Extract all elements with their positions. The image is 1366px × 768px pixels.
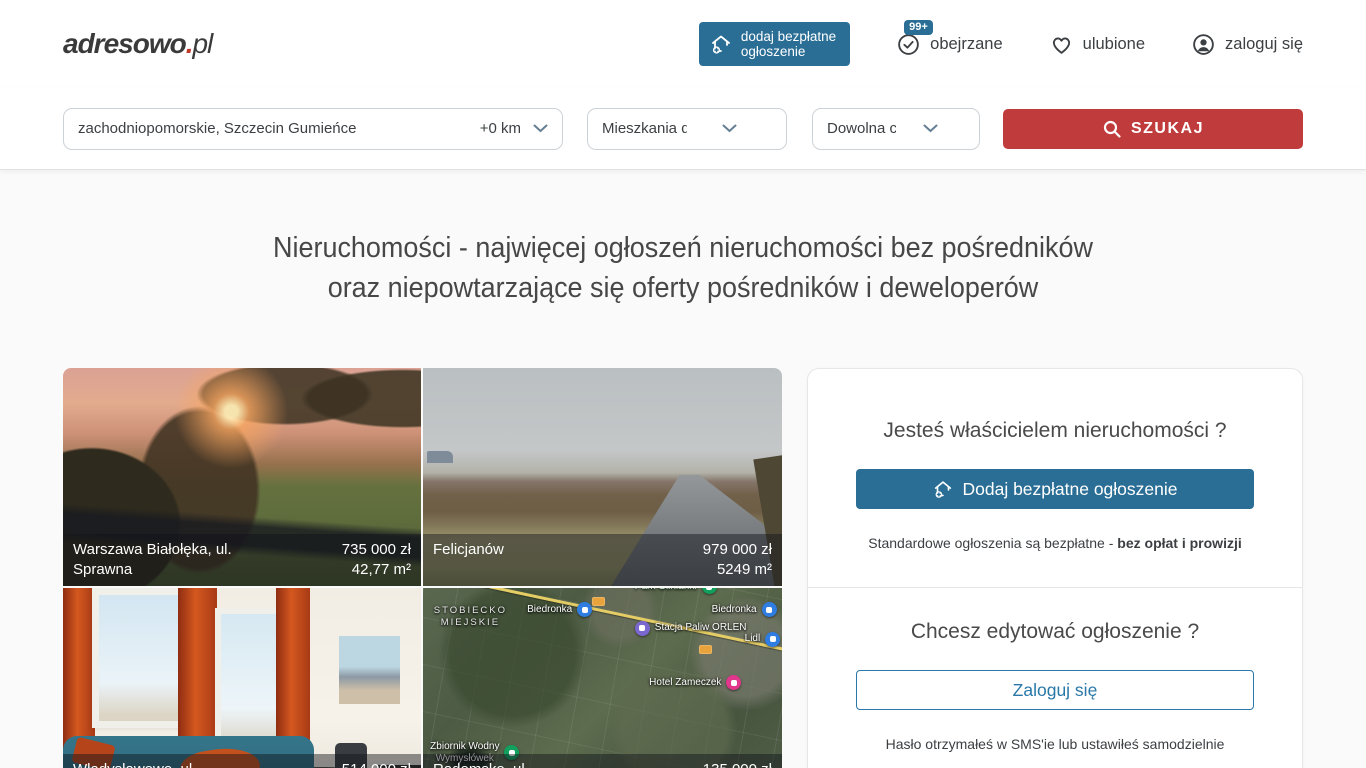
listing-card[interactable]: STOBIECKO MIEJSKIE Biedronka Park Glinia… — [423, 588, 782, 768]
listing-location: Warszawa Białołęka, ul. Sprawna — [73, 540, 278, 580]
chevron-down-icon — [896, 124, 965, 133]
site-logo[interactable]: adresowo.pl — [63, 28, 212, 60]
listing-price: 735 000 zł — [342, 540, 411, 560]
login-button-label: Zaloguj się — [1013, 680, 1098, 701]
listing-caption: Felicjanów 979 000 zł 5249 m² — [423, 534, 782, 586]
listing-card[interactable]: Władysławowo, ul. 514 000 zł — [63, 588, 421, 768]
map-pin-fuel — [635, 621, 650, 636]
map-pin-store — [762, 602, 777, 617]
listings-grid: Warszawa Białołęka, ul. Sprawna 735 000 … — [63, 368, 782, 768]
listing-price: 979 000 zł — [703, 540, 772, 560]
main-content: Nieruchomości - najwięcej ogłoszeń nieru… — [0, 170, 1366, 768]
login-label: zaloguj się — [1225, 35, 1303, 54]
listing-price: 514 000 zł — [342, 760, 411, 768]
logo-tld: pl — [192, 28, 212, 59]
map-poi: Stacja Paliw ORLEN — [635, 621, 747, 636]
add-listing-label: dodaj bezpłatne ogłoszenie — [741, 29, 836, 59]
map-area-label: STOBIECKO MIEJSKIE — [434, 605, 507, 629]
add-free-listing-label: Dodaj bezpłatne ogłoszenie — [962, 479, 1177, 500]
search-button[interactable]: SZUKAJ — [1003, 109, 1303, 149]
map-pin-store — [577, 602, 592, 617]
header-actions: dodaj bezpłatne ogłoszenie 99+ obejrzane… — [699, 22, 1303, 66]
edit-heading: Chcesz edytować ogłoszenie ? — [856, 620, 1254, 644]
map-poi: Lidl — [745, 632, 781, 647]
listing-numbers: 979 000 zł 5249 m² — [703, 540, 772, 580]
house-plus-icon — [932, 478, 954, 500]
owner-panel: Jesteś właścicielem nieruchomości ? Doda… — [807, 368, 1303, 768]
login-link[interactable]: zaloguj się — [1191, 32, 1303, 57]
search-bar: zachodniopomorskie, Szczecin Gumieńce +0… — [0, 88, 1366, 170]
panel-divider — [808, 587, 1302, 588]
map-poi: Biedronka — [527, 602, 592, 617]
owner-note: Standardowe ogłoszenia są bezpłatne - be… — [856, 535, 1254, 551]
check-circle-icon — [896, 32, 921, 57]
listing-card[interactable]: Felicjanów 979 000 zł 5249 m² — [423, 368, 782, 586]
listing-photo-apartment-interior — [63, 588, 421, 768]
search-button-label: SZUKAJ — [1131, 120, 1204, 138]
search-icon — [1102, 119, 1122, 139]
listing-numbers: 135 000 zł — [703, 760, 772, 768]
listing-caption: Warszawa Białołęka, ul. Sprawna 735 000 … — [63, 534, 421, 586]
listing-price: 135 000 zł — [703, 760, 772, 768]
location-input[interactable]: zachodniopomorskie, Szczecin Gumieńce +0… — [63, 108, 563, 150]
viewed-link[interactable]: 99+ obejrzane — [896, 32, 1002, 57]
edit-note: Hasło otrzymałeś w SMS'ie lub ustawiłeś … — [856, 736, 1254, 752]
top-header: adresowo.pl dodaj bezpłatne ogłoszenie 9… — [0, 0, 1366, 88]
category-select[interactable]: Mieszkania do wynajęcia — [587, 108, 787, 150]
radius-value: +0 km — [480, 120, 521, 137]
add-free-listing-button[interactable]: Dodaj bezpłatne ogłoszenie — [856, 469, 1254, 509]
listing-area: 42,77 m² — [342, 560, 411, 580]
viewed-count-badge: 99+ — [904, 20, 933, 35]
listing-numbers: 514 000 zł — [342, 760, 411, 768]
logo-brand: adresowo — [63, 28, 186, 59]
listing-location: Felicjanów — [433, 540, 504, 560]
heart-icon — [1049, 32, 1074, 57]
listing-numbers: 735 000 zł 42,77 m² — [342, 540, 411, 580]
listing-caption: Radomsko, ul. 135 000 zł — [423, 754, 782, 768]
location-value: zachodniopomorskie, Szczecin Gumieńce — [78, 120, 480, 137]
owner-heading: Jesteś właścicielem nieruchomości ? — [856, 419, 1254, 443]
category-value: Mieszkania do wynajęcia — [602, 120, 687, 137]
listing-location: Radomsko, ul. — [433, 760, 529, 768]
house-plus-icon — [709, 32, 733, 56]
map-poi: Hotel Zameczek — [649, 675, 741, 690]
chevron-down-icon — [687, 124, 772, 133]
listing-location: Władysławowo, ul. — [73, 760, 196, 768]
add-listing-button[interactable]: dodaj bezpłatne ogłoszenie — [699, 22, 850, 66]
page-title: Nieruchomości - najwięcej ogłoszeń nieru… — [48, 228, 1318, 308]
login-button[interactable]: Zaloguj się — [856, 670, 1254, 710]
map-poi: Park Glinianki — [635, 588, 717, 594]
listing-area: 5249 m² — [703, 560, 772, 580]
listing-photo-satellite-map: STOBIECKO MIEJSKIE Biedronka Park Glinia… — [423, 588, 782, 768]
listing-card[interactable]: Warszawa Białołęka, ul. Sprawna 735 000 … — [63, 368, 421, 586]
map-pin-store — [765, 632, 780, 647]
price-value: Dowolna cena — [827, 120, 896, 137]
favorites-link[interactable]: ulubione — [1049, 32, 1145, 57]
user-icon — [1191, 32, 1216, 57]
map-poi: Biedronka — [712, 602, 777, 617]
price-select[interactable]: Dowolna cena — [812, 108, 980, 150]
listing-caption: Władysławowo, ul. 514 000 zł — [63, 754, 421, 768]
map-pin-park — [702, 588, 717, 594]
chevron-down-icon — [533, 124, 548, 133]
favorites-label: ulubione — [1083, 35, 1145, 54]
viewed-label: obejrzane — [930, 35, 1002, 54]
map-pin-hotel — [726, 675, 741, 690]
